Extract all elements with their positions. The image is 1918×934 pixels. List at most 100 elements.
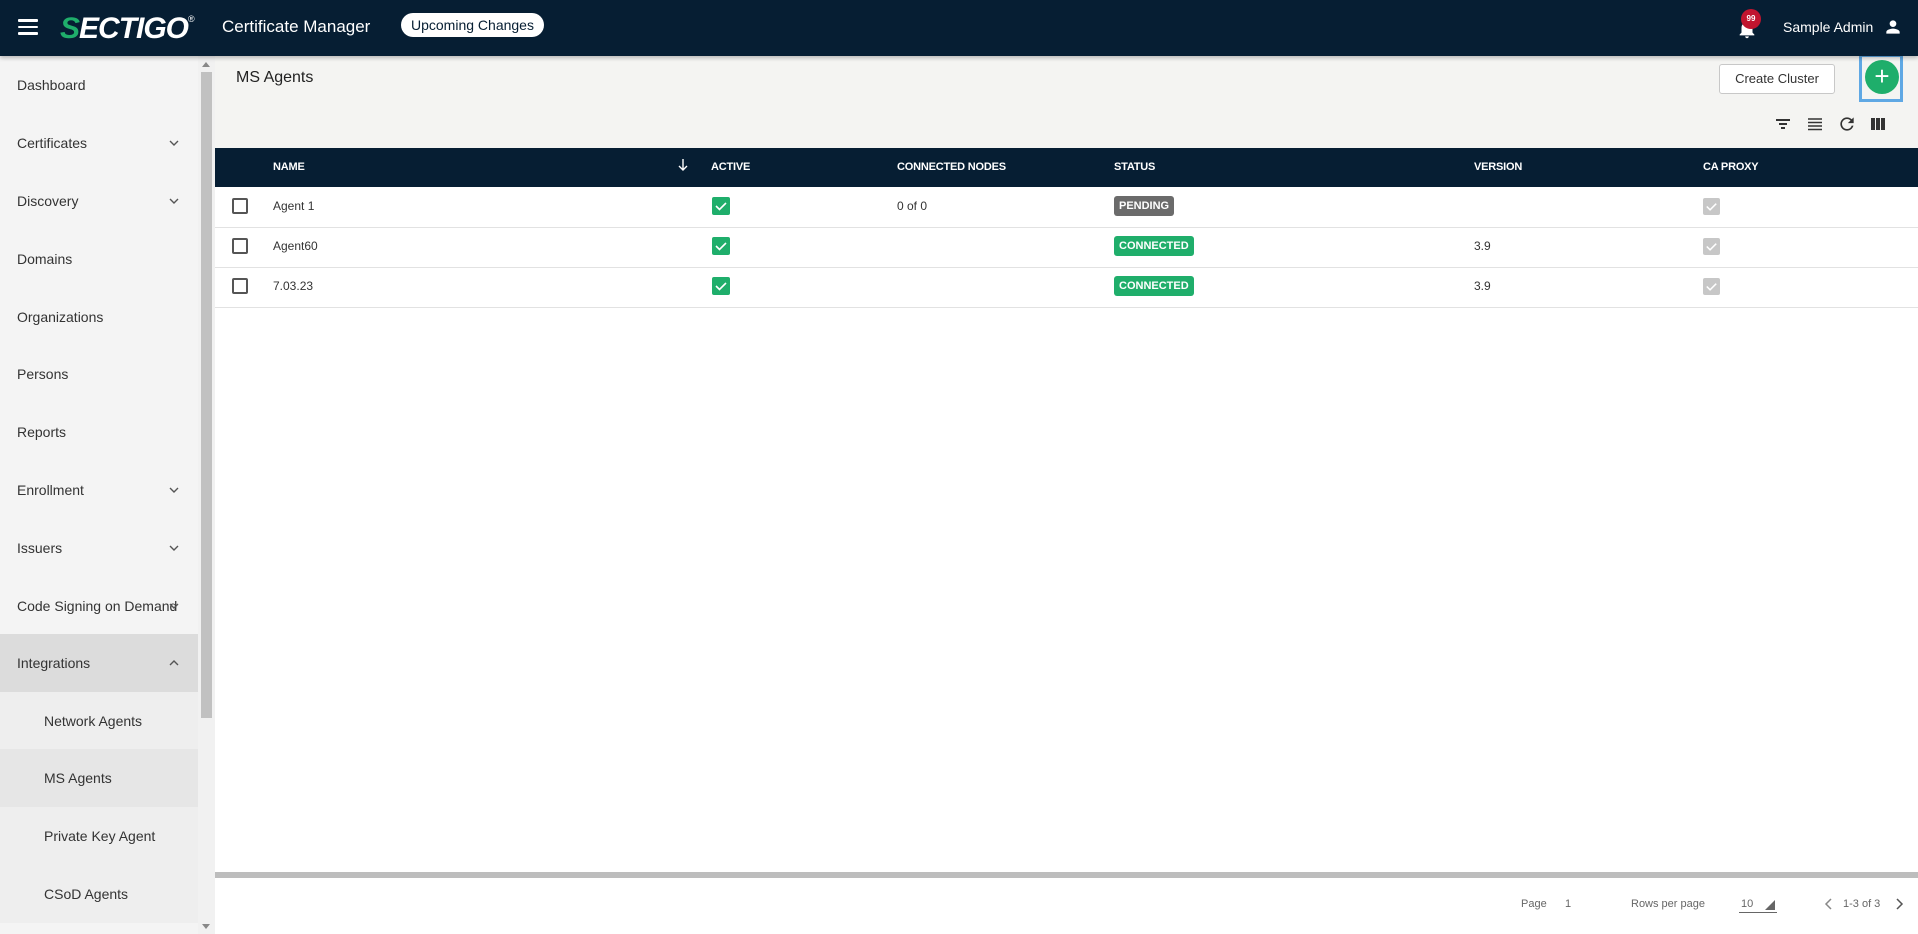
scroll-down-icon[interactable] (202, 924, 210, 929)
sidebar-item-dashboard[interactable]: Dashboard (0, 56, 198, 114)
upcoming-changes-button[interactable]: Upcoming Changes (401, 13, 544, 37)
user-icon[interactable] (1883, 17, 1903, 37)
column-header-active[interactable]: ACTIVE (711, 161, 750, 173)
sidebar: Dashboard Certificates Discovery Domains… (0, 56, 198, 934)
top-bar: SECTIGO ® Certificate Manager Upcoming C… (0, 0, 1918, 56)
app-title: Certificate Manager (222, 17, 371, 36)
sidebar-item-label: Persons (17, 366, 69, 382)
pagination-footer: Page 1 Rows per page 10 1-3 of 3 (215, 878, 1918, 934)
ca-proxy-checkbox (1703, 198, 1720, 215)
cell-version: 3.9 (1474, 239, 1491, 253)
dropdown-triangle-icon (1765, 900, 1775, 910)
chevron-up-icon (169, 660, 179, 666)
column-header-name[interactable]: NAME (273, 161, 305, 173)
check-icon (715, 282, 727, 291)
add-agent-button[interactable]: + (1865, 60, 1899, 94)
sidebar-item-label: CSoD Agents (44, 886, 129, 902)
table-row[interactable]: Agent60 CONNECTED 3.9 (215, 227, 1918, 268)
chevron-down-icon (169, 603, 179, 609)
ca-proxy-checkbox (1703, 278, 1720, 295)
rows-per-page-label: Rows per page (1631, 898, 1705, 910)
check-icon (715, 242, 727, 251)
page-label: Page (1521, 898, 1547, 910)
filter-icon[interactable] (1773, 114, 1793, 134)
main-content: MS Agents Create Cluster + NAME ACTIVE C… (215, 54, 1918, 934)
table-row[interactable]: 7.03.23 CONNECTED 3.9 (215, 267, 1918, 308)
chevron-down-icon (169, 487, 179, 493)
sidebar-item-label: Issuers (17, 540, 63, 556)
svg-text:SECTIGO: SECTIGO (60, 12, 189, 44)
cell-name: 7.03.23 (273, 279, 314, 293)
columns-icon[interactable] (1868, 114, 1888, 134)
chevron-left-icon[interactable] (1824, 898, 1834, 910)
sidebar-item-label: Reports (17, 424, 67, 440)
sidebar-item-domains[interactable]: Domains (0, 230, 198, 288)
sidebar-item-label: Network Agents (44, 713, 143, 729)
scroll-up-icon[interactable] (202, 62, 210, 67)
sidebar-item-network-agents[interactable]: Network Agents (0, 692, 198, 750)
cell-version: 3.9 (1474, 279, 1491, 293)
column-header-ca-proxy[interactable]: CA PROXY (1703, 161, 1759, 173)
sidebar-item-label: Enrollment (17, 482, 84, 498)
check-icon (1706, 203, 1717, 211)
menu-icon[interactable] (18, 19, 38, 35)
rows-per-page-select[interactable]: 10 (1739, 896, 1777, 913)
user-name[interactable]: Sample Admin (1783, 19, 1873, 35)
cell-name: Agent60 (273, 239, 318, 253)
sidebar-item-label: MS Agents (44, 770, 112, 786)
row-select-checkbox[interactable] (232, 278, 248, 294)
sectigo-logo: SECTIGO ® (60, 12, 195, 44)
chevron-down-icon (169, 198, 179, 204)
sidebar-item-label: Dashboard (17, 77, 86, 93)
column-header-connected-nodes[interactable]: CONNECTED NODES (897, 161, 1006, 173)
table-row[interactable]: Agent 1 0 of 0 PENDING (215, 187, 1918, 228)
sidebar-item-label: Private Key Agent (44, 828, 156, 844)
cell-name: Agent 1 (273, 199, 315, 213)
chevron-down-icon (169, 140, 179, 146)
status-badge: PENDING (1114, 196, 1175, 216)
chevron-right-icon[interactable] (1894, 898, 1904, 910)
sidebar-scrollbar-thumb[interactable] (201, 72, 212, 718)
ca-proxy-checkbox (1703, 238, 1720, 255)
column-header-version[interactable]: VERSION (1474, 161, 1522, 173)
sidebar-item-integrations[interactable]: Integrations (0, 634, 198, 692)
sidebar-item-organizations[interactable]: Organizations (0, 288, 198, 346)
column-header-status[interactable]: STATUS (1114, 161, 1155, 173)
page-title: MS Agents (236, 69, 314, 86)
sidebar-item-label: Organizations (17, 309, 104, 325)
notification-count-badge: 99 (1741, 9, 1761, 29)
table-header: NAME ACTIVE CONNECTED NODES STATUS VERSI… (215, 148, 1918, 187)
check-icon (1706, 283, 1717, 291)
row-select-checkbox[interactable] (232, 198, 248, 214)
active-checkbox (712, 277, 730, 295)
sidebar-item-label: Discovery (17, 193, 79, 209)
status-badge: CONNECTED (1114, 276, 1194, 296)
sidebar-item-certificates[interactable]: Certificates (0, 114, 198, 172)
chevron-down-icon (169, 545, 179, 551)
status-badge: CONNECTED (1114, 236, 1194, 256)
sidebar-item-persons[interactable]: Persons (0, 345, 198, 403)
density-icon[interactable] (1805, 114, 1825, 134)
sidebar-item-reports[interactable]: Reports (0, 403, 198, 461)
active-checkbox (712, 237, 730, 255)
agents-table: NAME ACTIVE CONNECTED NODES STATUS VERSI… (215, 148, 1918, 874)
refresh-icon[interactable] (1837, 114, 1857, 134)
create-cluster-button[interactable]: Create Cluster (1719, 64, 1835, 94)
sidebar-item-private-key-agent[interactable]: Private Key Agent (0, 807, 198, 865)
sidebar-item-code-signing-on-demand[interactable]: Code Signing on Demand (0, 577, 198, 635)
sidebar-item-enrollment[interactable]: Enrollment (0, 461, 198, 519)
sidebar-item-label: Certificates (17, 135, 88, 151)
sort-arrow-down-icon[interactable] (677, 158, 689, 172)
sidebar-item-discovery[interactable]: Discovery (0, 172, 198, 230)
sidebar-item-csod-agents[interactable]: CSoD Agents (0, 865, 198, 923)
svg-text:®: ® (188, 14, 195, 24)
sidebar-item-label: Domains (17, 251, 73, 267)
sidebar-item-ms-agents[interactable]: MS Agents (0, 749, 198, 807)
sidebar-item-issuers[interactable]: Issuers (0, 519, 198, 577)
page-number-input[interactable]: 1 (1565, 898, 1571, 910)
sidebar-item-label: Integrations (17, 655, 91, 671)
row-select-checkbox[interactable] (232, 238, 248, 254)
sidebar-item-label: Code Signing on Demand (17, 598, 178, 614)
cell-connected-nodes: 0 of 0 (897, 199, 928, 213)
check-icon (1706, 243, 1717, 251)
